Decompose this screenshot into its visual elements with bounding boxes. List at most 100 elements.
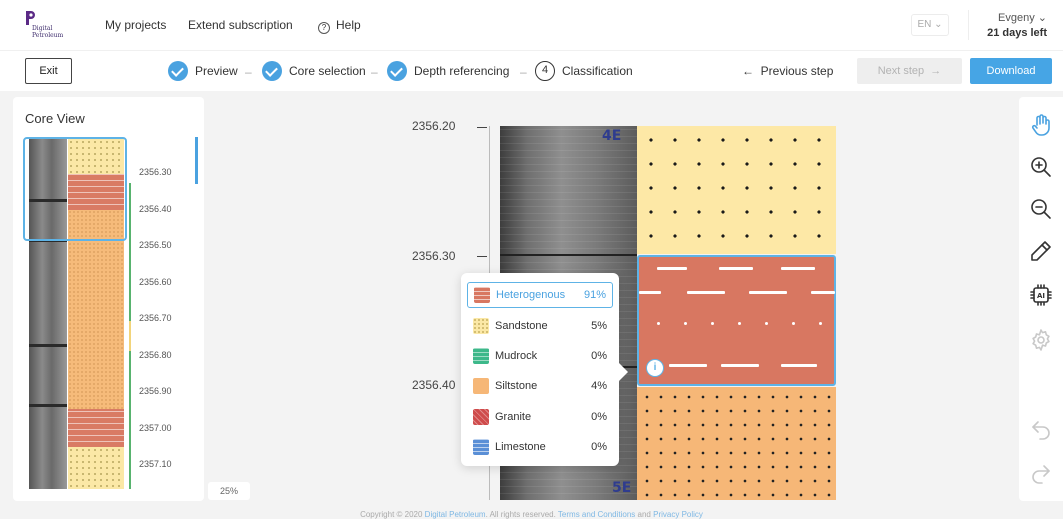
classification-popup: Heterogenous 91% Sandstone 5% Mudrock 0%… <box>461 273 628 466</box>
core-mark: 5E <box>612 480 632 496</box>
pattern-dot <box>738 322 741 325</box>
arrow-right-icon: → <box>930 65 942 77</box>
pattern-bar <box>811 291 835 294</box>
option-percentage: 5% <box>591 320 607 332</box>
pattern-bar <box>749 291 787 294</box>
depth-label: 2356.40 <box>139 204 172 214</box>
zoom-out-icon[interactable] <box>1029 197 1053 221</box>
option-percentage: 0% <box>591 441 607 453</box>
step-classification[interactable]: 4 Classification <box>535 60 633 82</box>
pattern-bar <box>669 364 707 367</box>
check-icon <box>387 61 407 81</box>
logo[interactable]: Digital Petroleum <box>24 10 84 42</box>
next-step-label: Next step <box>877 65 925 77</box>
hand-icon[interactable] <box>1029 113 1053 137</box>
ai-chip-icon[interactable]: AI <box>1029 283 1053 307</box>
logo-text: Digital Petroleum <box>32 25 64 39</box>
lith-sandstone <box>68 447 124 489</box>
step-label: Classification <box>562 64 633 78</box>
zoom-level: 25% <box>208 482 250 500</box>
granite-swatch-icon <box>473 409 489 425</box>
option-percentage: 91% <box>583 289 606 301</box>
previous-step-button[interactable]: ← Previous step <box>742 64 833 78</box>
sandstone-swatch-icon <box>473 318 489 334</box>
pattern-bar <box>687 291 725 294</box>
lithology-sandstone-interval[interactable] <box>637 126 836 254</box>
pattern-dot <box>657 322 660 325</box>
step-separator: – <box>371 65 378 79</box>
classification-option-mudrock[interactable]: Mudrock 0% <box>467 343 613 369</box>
step-label: Preview <box>195 64 238 78</box>
depth-label: 2356.20 <box>412 119 456 133</box>
depth-tick <box>477 256 487 257</box>
settings-icon[interactable] <box>1029 328 1053 352</box>
top-bar: Digital Petroleum My projects Extend sub… <box>0 0 1063 50</box>
step-bar: Exit Preview – Core selection – Depth re… <box>0 50 1063 91</box>
logo-mark-icon <box>26 11 35 25</box>
footer-company-link[interactable]: Digital Petroleum <box>425 510 486 519</box>
svg-text:AI: AI <box>1037 292 1045 300</box>
exit-button[interactable]: Exit <box>25 58 72 84</box>
step-separator: – <box>245 65 252 79</box>
depth-label: 2356.40 <box>412 378 456 392</box>
core-view-selection[interactable] <box>23 137 127 241</box>
classification-option-limestone[interactable]: Limestone 0% <box>467 434 613 460</box>
classification-option-granite[interactable]: Granite 0% <box>467 404 613 430</box>
language-value: EN <box>917 19 932 30</box>
my-projects-link[interactable]: My projects <box>105 18 166 32</box>
core-mark: 4E <box>602 128 622 144</box>
limestone-swatch-icon <box>473 439 489 455</box>
help-icon: ? <box>318 22 330 34</box>
help-label: Help <box>336 18 361 32</box>
depth-label: 2356.50 <box>139 240 172 250</box>
depth-range-indicator <box>129 321 131 351</box>
extend-subscription-link[interactable]: Extend subscription <box>188 18 293 32</box>
depth-label: 2356.70 <box>139 313 172 323</box>
step-depth-referencing[interactable]: Depth referencing <box>387 60 509 82</box>
option-name: Siltstone <box>495 380 538 392</box>
siltstone-swatch-icon <box>473 378 489 394</box>
classification-option-siltstone[interactable]: Siltstone 4% <box>467 373 613 399</box>
footer-privacy-link[interactable]: Privacy Policy <box>653 510 703 519</box>
option-percentage: 4% <box>591 380 607 392</box>
mudrock-swatch-icon <box>473 348 489 364</box>
depth-label: 2356.90 <box>139 386 172 396</box>
redo-icon[interactable] <box>1029 461 1053 485</box>
info-icon[interactable]: i <box>646 359 664 377</box>
step-label: Depth referencing <box>414 64 510 78</box>
option-name: Limestone <box>495 441 546 453</box>
undo-icon[interactable] <box>1029 417 1053 441</box>
help-link[interactable]: ? Help <box>318 18 361 34</box>
download-button[interactable]: Download <box>970 58 1052 84</box>
depth-range-indicator <box>129 351 131 489</box>
step-preview[interactable]: Preview <box>168 60 238 82</box>
classification-option-heterogenous[interactable]: Heterogenous 91% <box>467 282 613 308</box>
chevron-down-icon: ⌄ <box>1037 12 1047 24</box>
pattern-bar <box>719 267 753 270</box>
language-select[interactable]: EN ⌄ <box>911 14 949 36</box>
lith-heterogenous <box>68 409 124 447</box>
core-view-panel: Core View 2356.30 2356.40 2356.50 2356.6… <box>13 97 204 501</box>
user-menu[interactable]: Evgeny ⌄ 21 days left <box>987 11 1047 39</box>
depth-label: 2356.30 <box>139 167 172 177</box>
zoom-in-icon[interactable] <box>1029 155 1053 179</box>
depth-label: 2356.30 <box>412 249 456 263</box>
step-core-selection[interactable]: Core selection <box>262 60 366 82</box>
option-percentage: 0% <box>591 350 607 362</box>
footer-rights: . All rights reserved. <box>485 510 556 519</box>
step-number: 4 <box>535 61 555 81</box>
pattern-bar <box>639 291 661 294</box>
footer-terms-link[interactable]: Terms and Conditions <box>558 510 635 519</box>
next-step-button[interactable]: Next step → <box>857 58 962 84</box>
core-crack <box>500 254 637 256</box>
footer-and: and <box>637 510 651 519</box>
lithology-siltstone-interval[interactable] <box>637 387 836 500</box>
lithology-heterogenous-interval[interactable] <box>637 255 836 386</box>
pencil-icon[interactable] <box>1029 239 1053 263</box>
classification-option-sandstone[interactable]: Sandstone 5% <box>467 313 613 339</box>
depth-range-indicator <box>129 183 131 343</box>
core-gap <box>29 344 67 347</box>
days-left: 21 days left <box>987 27 1047 39</box>
pattern-dot <box>684 322 687 325</box>
core-view-scroll-indicator[interactable] <box>195 137 198 184</box>
